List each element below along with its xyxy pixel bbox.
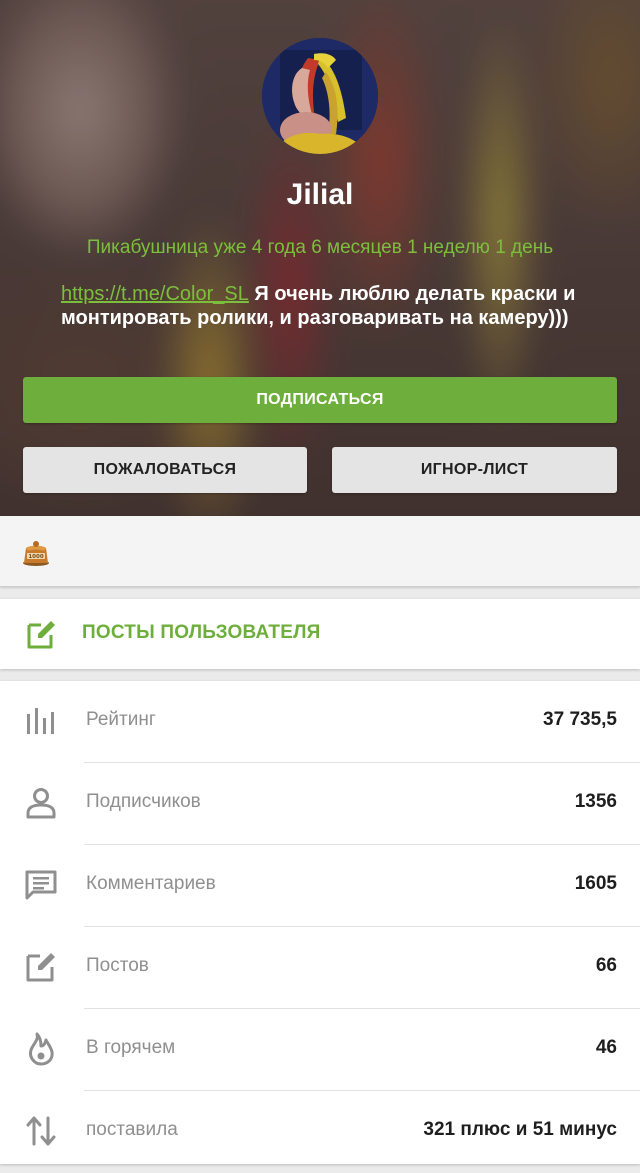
stat-label: поставила xyxy=(86,1119,178,1140)
stat-rating: Рейтинг 37 735,5 xyxy=(0,681,640,763)
avatar[interactable] xyxy=(262,38,378,154)
up-down-arrows-icon xyxy=(26,1116,56,1146)
stat-comments: Комментариев 1605 xyxy=(0,845,640,927)
member-since: Пикабушница уже 4 года 6 месяцев 1 недел… xyxy=(86,237,554,258)
username: Jilial xyxy=(286,178,354,211)
bio-link[interactable]: https://t.me/Color_SL xyxy=(61,283,249,305)
stat-label: Комментариев xyxy=(86,873,216,894)
ignore-list-button[interactable]: ИГНОР-ЛИСТ xyxy=(332,447,617,493)
award-1000-text: 1000 xyxy=(28,554,43,560)
stat-value: 1356 xyxy=(574,791,617,812)
stat-hot: В горячем 46 xyxy=(0,1009,640,1091)
subscribe-button[interactable]: ПОДПИСАТЬСЯ xyxy=(23,377,617,423)
person-icon xyxy=(26,788,56,819)
comment-icon xyxy=(25,870,57,900)
stat-label: Постов xyxy=(86,955,149,976)
stat-value: 66 xyxy=(595,955,617,976)
profile-header: Jilial Пикабушница уже 4 года 6 месяцев … xyxy=(0,0,640,516)
stat-votes: поставила 321 плюс и 51 минус xyxy=(0,1091,640,1173)
awards-strip: 1000 xyxy=(0,516,640,587)
stat-value: 1605 xyxy=(574,873,617,894)
user-posts-label[interactable]: ПОСТЫ ПОЛЬЗОВАТЕЛЯ xyxy=(82,622,321,644)
stat-subscribers: Подписчиков 1356 xyxy=(0,763,640,845)
avatar-image xyxy=(262,38,378,154)
stat-value: 46 xyxy=(595,1037,617,1058)
stat-value: 321 плюс и 51 минус xyxy=(423,1119,617,1140)
report-button[interactable]: ПОЖАЛОВАТЬСЯ xyxy=(23,447,307,493)
bio: https://t.me/Color_SL Я очень люблю дела… xyxy=(61,282,601,330)
edit-icon xyxy=(27,621,55,649)
stat-label: Подписчиков xyxy=(86,791,201,812)
stats-list: Рейтинг 37 735,5 Подписчиков 1356 Коммен… xyxy=(0,681,640,1164)
stat-label: В горячем xyxy=(86,1037,176,1058)
bar-chart-icon xyxy=(27,708,54,734)
stat-label: Рейтинг xyxy=(86,709,156,730)
flame-icon xyxy=(29,1032,54,1066)
edit-icon xyxy=(26,953,55,982)
award-1000-icon[interactable]: 1000 xyxy=(20,536,52,568)
stat-posts: Постов 66 xyxy=(0,927,640,1009)
stat-value: 37 735,5 xyxy=(543,709,617,730)
